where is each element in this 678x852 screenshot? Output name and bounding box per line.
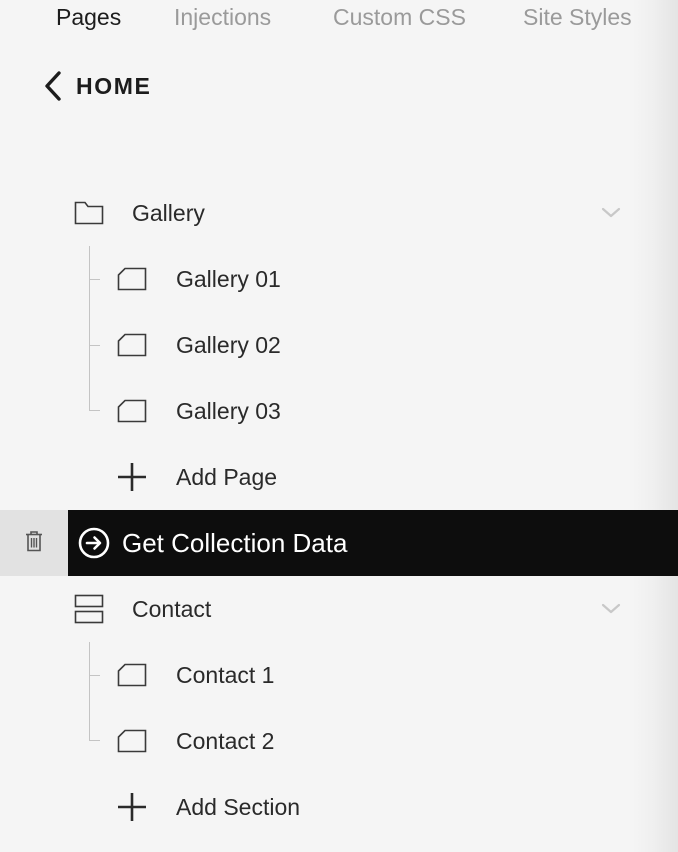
page-contact-2[interactable]: Contact 2 xyxy=(0,711,678,771)
plus-icon xyxy=(117,777,147,837)
page-label: Gallery 03 xyxy=(176,398,281,424)
folder-gallery-label: Gallery xyxy=(132,200,205,226)
tab-pages[interactable]: Pages xyxy=(56,4,121,31)
page-label: Contact 2 xyxy=(176,728,275,754)
page-icon xyxy=(117,315,147,375)
home-label: HOME xyxy=(76,72,152,99)
selected-item-row: Get Collection Data xyxy=(0,510,678,576)
folder-contact-label: Contact xyxy=(132,596,212,622)
page-icon xyxy=(117,645,147,705)
tab-injections[interactable]: Injections xyxy=(174,4,271,31)
link-arrow-icon xyxy=(78,527,110,564)
page-contact-1[interactable]: Contact 1 xyxy=(0,645,678,705)
folder-gallery[interactable]: Gallery xyxy=(0,183,678,243)
chevron-down-icon[interactable] xyxy=(600,183,622,243)
trash-icon xyxy=(25,530,43,557)
page-gallery-01[interactable]: Gallery 01 xyxy=(0,249,678,309)
page-gallery-02[interactable]: Gallery 02 xyxy=(0,315,678,375)
folder-icon xyxy=(74,183,104,243)
page-label: Gallery 02 xyxy=(176,332,281,358)
folder-contact[interactable]: Contact xyxy=(0,579,678,639)
selected-item-label: Get Collection Data xyxy=(122,528,348,558)
page-label: Gallery 01 xyxy=(176,266,281,292)
plus-icon xyxy=(117,447,147,507)
add-page-label: Add Page xyxy=(176,464,278,490)
index-icon xyxy=(74,579,104,639)
tab-site-styles[interactable]: Site Styles xyxy=(523,4,632,31)
page-label: Contact 1 xyxy=(176,662,275,688)
chevron-down-icon[interactable] xyxy=(600,579,622,639)
add-section-button[interactable]: Add Section xyxy=(0,777,678,837)
page-icon xyxy=(117,249,147,309)
link-get-collection-data[interactable]: Get Collection Data xyxy=(68,510,678,576)
delete-button[interactable] xyxy=(0,510,68,576)
page-gallery-03[interactable]: Gallery 03 xyxy=(0,381,678,441)
add-page-button[interactable]: Add Page xyxy=(0,447,678,507)
tab-custom-css[interactable]: Custom CSS xyxy=(333,4,466,31)
add-section-label: Add Section xyxy=(176,794,301,820)
home-back-link[interactable]: HOME xyxy=(42,68,151,104)
panel-tabs: Pages Injections Custom CSS Site Styles xyxy=(0,0,678,40)
chevron-left-icon xyxy=(42,70,64,102)
page-icon xyxy=(117,711,147,771)
page-icon xyxy=(117,381,147,441)
